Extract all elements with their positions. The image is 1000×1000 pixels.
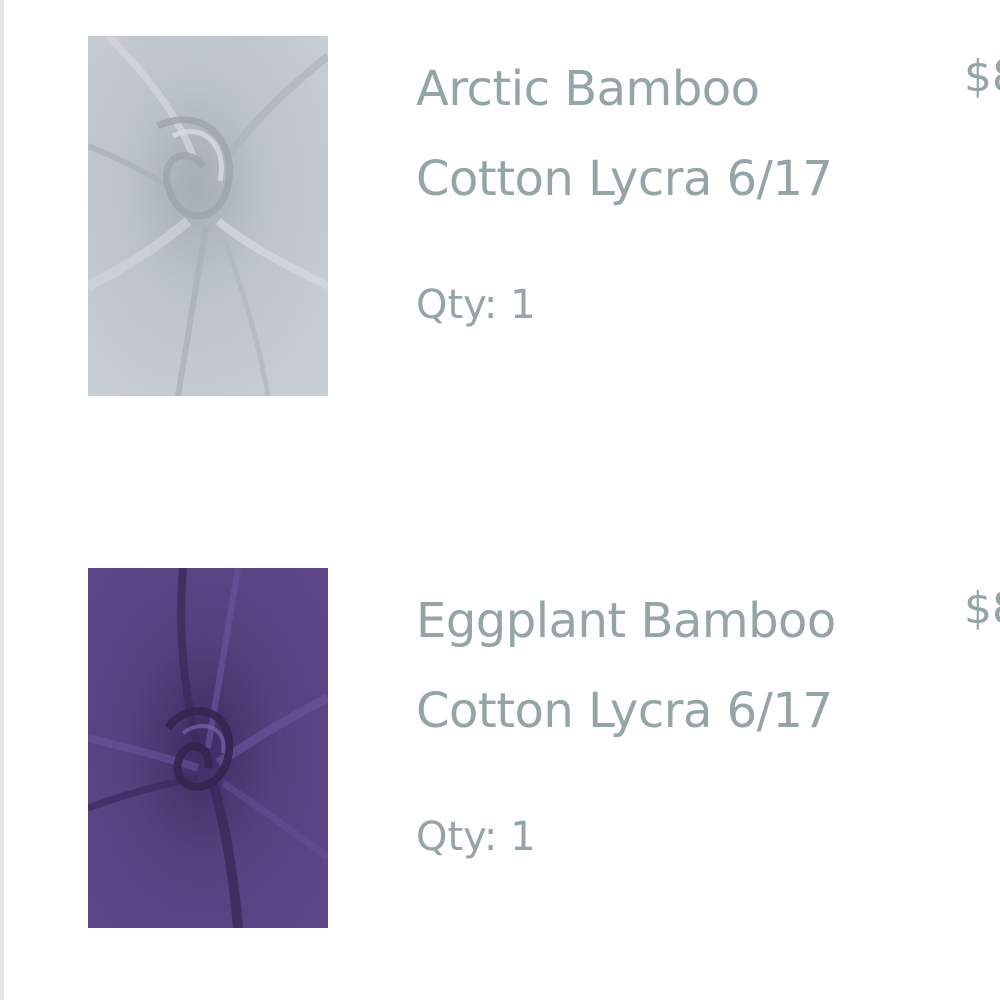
cart-item: Arctic Bamboo Cotton Lycra 6/17 Qty: 1 $… bbox=[0, 0, 1000, 400]
quantity-label: Qty: 1 bbox=[416, 282, 536, 328]
fabric-swatch-image bbox=[88, 36, 328, 396]
product-title[interactable]: Arctic Bamboo Cotton Lycra 6/17 bbox=[416, 44, 936, 224]
product-title-line-2[interactable]: Cotton Lycra 6/17 bbox=[416, 134, 936, 224]
quantity-label: Qty: 1 bbox=[416, 814, 536, 860]
product-image[interactable] bbox=[88, 36, 328, 396]
cart-item: Eggplant Bamboo Cotton Lycra 6/17 Qty: 1… bbox=[0, 532, 1000, 932]
price-label: $8 bbox=[964, 583, 1000, 634]
price-label: $8 bbox=[964, 51, 1000, 102]
product-image[interactable] bbox=[88, 568, 328, 928]
fabric-swatch-image bbox=[88, 568, 328, 928]
product-title[interactable]: Eggplant Bamboo Cotton Lycra 6/17 bbox=[416, 576, 936, 756]
product-title-line-1[interactable]: Arctic Bamboo bbox=[416, 44, 936, 134]
product-title-line-2[interactable]: Cotton Lycra 6/17 bbox=[416, 666, 936, 756]
cart-page: Arctic Bamboo Cotton Lycra 6/17 Qty: 1 $… bbox=[0, 0, 1000, 1000]
product-title-line-1[interactable]: Eggplant Bamboo bbox=[416, 576, 936, 666]
